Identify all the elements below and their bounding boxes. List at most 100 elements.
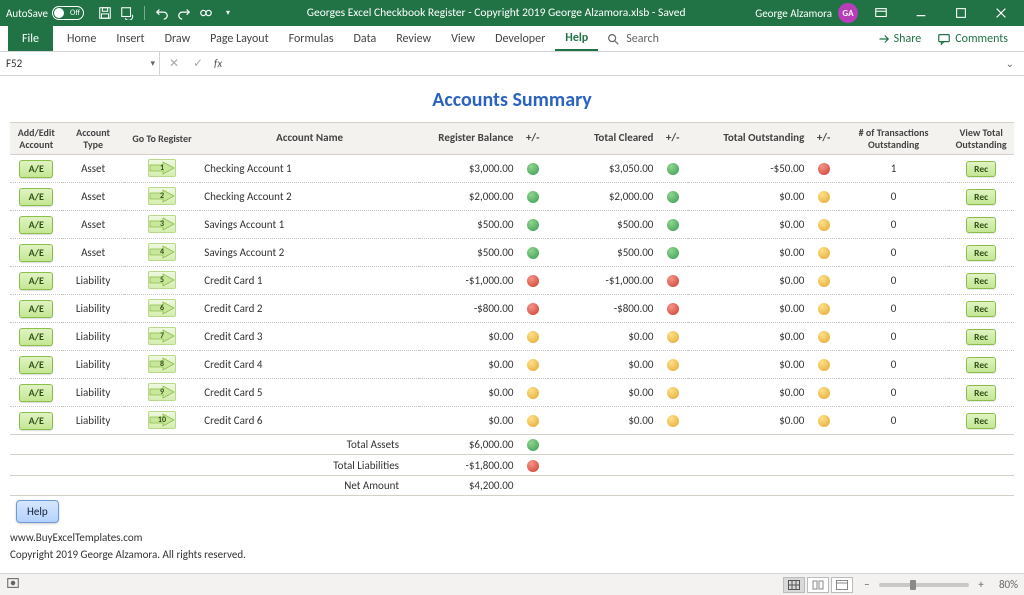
status-dot-yellow — [527, 387, 539, 399]
add-edit-button[interactable]: A/E — [19, 160, 53, 178]
add-edit-button[interactable]: A/E — [19, 216, 53, 234]
goto-register-button[interactable]: 6 — [148, 299, 176, 317]
record-macro-icon[interactable] — [6, 576, 20, 593]
add-edit-button[interactable]: A/E — [19, 244, 53, 262]
close-icon[interactable] — [984, 2, 1018, 24]
view-normal-icon[interactable] — [783, 577, 805, 593]
table-row: A/EAsset3Savings Account 1$500.00$500.00… — [10, 211, 1014, 239]
tab-data[interactable]: Data — [344, 26, 387, 51]
goto-register-button[interactable]: 10 — [148, 411, 176, 429]
chevron-down-icon[interactable]: ▾ — [150, 58, 155, 69]
tab-developer[interactable]: Developer — [485, 26, 555, 51]
document-title: Georges Excel Checkbook Register - Copyr… — [237, 6, 755, 20]
add-edit-button[interactable]: A/E — [19, 272, 53, 290]
save-icon[interactable] — [96, 4, 114, 22]
th-outstanding: Total Outstanding — [688, 123, 808, 155]
zoom-slider[interactable] — [879, 583, 969, 587]
totals-row: Total Liabilities-$1,800.00 — [10, 455, 1014, 475]
cell-outstanding: $0.00 — [688, 267, 808, 295]
add-edit-button[interactable]: A/E — [19, 384, 53, 402]
add-edit-button[interactable]: A/E — [19, 412, 53, 430]
status-dot-yellow — [818, 387, 830, 399]
enter-formula-icon[interactable]: ✓ — [190, 56, 206, 71]
goto-register-button[interactable]: 4 — [148, 243, 176, 261]
help-button[interactable]: Help — [16, 500, 59, 523]
tab-insert[interactable]: Insert — [106, 26, 154, 51]
redo-icon[interactable] — [175, 4, 193, 22]
totals-label: Net Amount — [200, 475, 419, 495]
rec-button[interactable]: Rec — [966, 413, 996, 429]
zoom-in-button[interactable]: + — [975, 578, 987, 591]
add-edit-button[interactable]: A/E — [19, 356, 53, 374]
ribbon-display-icon[interactable] — [864, 2, 898, 24]
add-edit-button[interactable]: A/E — [19, 328, 53, 346]
goto-register-button[interactable]: 9 — [148, 383, 176, 401]
status-dot-yellow — [667, 387, 679, 399]
user-account[interactable]: George Alzamora GA — [755, 3, 858, 23]
rec-button[interactable]: Rec — [966, 357, 996, 373]
cell-trans: 0 — [839, 323, 948, 351]
cell-outstanding: $0.00 — [688, 323, 808, 351]
titlebar: AutoSave Off ▾ Georges Excel Checkbook R… — [0, 0, 1024, 26]
comments-button[interactable]: Comments — [929, 26, 1016, 51]
view-page-layout-icon[interactable] — [807, 577, 829, 593]
rec-button[interactable]: Rec — [966, 161, 996, 177]
status-dot-red — [667, 275, 679, 287]
maximize-icon[interactable] — [944, 2, 978, 24]
tab-file[interactable]: File — [8, 26, 53, 51]
goto-register-button[interactable]: 3 — [148, 215, 176, 233]
rec-button[interactable]: Rec — [966, 273, 996, 289]
add-edit-button[interactable]: A/E — [19, 188, 53, 206]
cell-reg-balance: $500.00 — [419, 239, 517, 267]
cell-outstanding: $0.00 — [688, 407, 808, 435]
view-page-break-icon[interactable] — [831, 577, 853, 593]
goto-register-button[interactable]: 5 — [148, 271, 176, 289]
cell-reg-balance: $500.00 — [419, 211, 517, 239]
worksheet[interactable]: Accounts Summary Add/Edit Account Accoun… — [0, 76, 1024, 573]
status-dot-yellow — [527, 359, 539, 371]
goto-register-button[interactable]: 8 — [148, 355, 176, 373]
rec-button[interactable]: Rec — [966, 217, 996, 233]
goto-register-button[interactable]: 2 — [148, 187, 176, 205]
add-edit-button[interactable]: A/E — [19, 300, 53, 318]
goto-register-button[interactable]: 7 — [148, 327, 176, 345]
share-icon — [876, 32, 890, 46]
autosave-toggle[interactable]: AutoSave Off — [6, 6, 84, 20]
rec-button[interactable]: Rec — [966, 301, 996, 317]
rec-button[interactable]: Rec — [966, 385, 996, 401]
tab-formulas[interactable]: Formulas — [279, 26, 344, 51]
tell-me-search[interactable]: Search — [598, 26, 667, 51]
tab-help[interactable]: Help — [555, 26, 598, 51]
fx-icon[interactable]: fx — [214, 57, 222, 70]
tab-review[interactable]: Review — [386, 26, 441, 51]
rec-button[interactable]: Rec — [966, 245, 996, 261]
save-sync-icon[interactable] — [118, 4, 136, 22]
cell-outstanding: $0.00 — [688, 211, 808, 239]
cell-outstanding: $0.00 — [688, 295, 808, 323]
rec-button[interactable]: Rec — [966, 189, 996, 205]
qat-dropdown-icon[interactable]: ▾ — [219, 4, 237, 22]
minimize-icon[interactable] — [904, 2, 938, 24]
share-button[interactable]: Share — [868, 26, 930, 51]
table-row: A/EAsset2Checking Account 2$2,000.00$2,0… — [10, 183, 1014, 211]
cancel-formula-icon[interactable]: ✕ — [166, 56, 182, 71]
cell-type: Asset — [62, 211, 123, 239]
goto-register-button[interactable]: 1 — [148, 159, 176, 177]
expand-formula-icon[interactable]: ⌄ — [1006, 57, 1018, 70]
zoom-level[interactable]: 80% — [999, 578, 1018, 591]
name-box[interactable]: F52 ▾ — [0, 52, 160, 75]
cell-name: Credit Card 5 — [200, 379, 419, 407]
tab-view[interactable]: View — [441, 26, 485, 51]
tab-draw[interactable]: Draw — [155, 26, 201, 51]
cell-trans: 0 — [839, 295, 948, 323]
cell-reg-balance: $0.00 — [419, 379, 517, 407]
cell-reg-balance: -$800.00 — [419, 295, 517, 323]
undo-icon[interactable] — [153, 4, 171, 22]
tab-page-layout[interactable]: Page Layout — [200, 26, 278, 51]
rec-button[interactable]: Rec — [966, 329, 996, 345]
cell-type: Liability — [62, 407, 123, 435]
zoom-out-button[interactable]: − — [861, 578, 873, 591]
tab-home[interactable]: Home — [57, 26, 106, 51]
link-icon[interactable] — [197, 4, 215, 22]
toggle-off-icon[interactable]: Off — [52, 6, 84, 20]
